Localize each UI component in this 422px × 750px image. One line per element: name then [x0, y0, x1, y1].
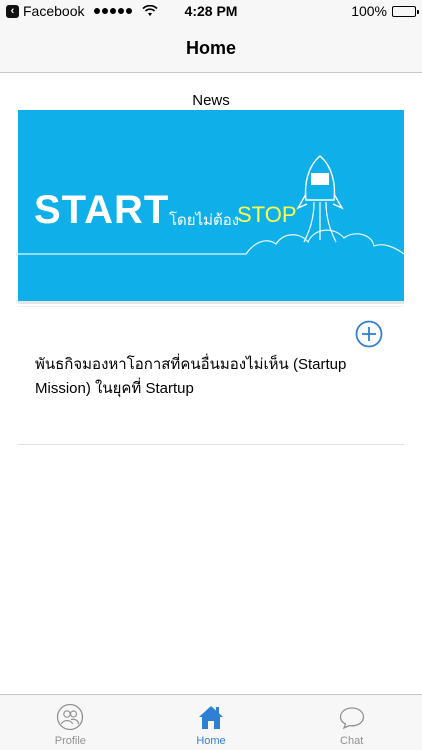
banner-headline: START [34, 188, 170, 232]
news-banner-image[interactable]: START โดยไม่ต้อง STOP [18, 110, 404, 304]
add-circle-icon[interactable] [355, 320, 383, 348]
banner-stop-text: STOP [237, 202, 297, 227]
page-title: Home [185, 37, 236, 58]
battery-icon [392, 5, 419, 17]
tab-label-home: Home [196, 735, 226, 747]
news-item-text: พันธกิจมองหาโอกาสที่คนอื่นมองไม่เห็น (St… [35, 356, 347, 397]
banner-thai-text: โดยไม่ต้อง [169, 212, 240, 229]
navigation-bar: Home [0, 24, 422, 73]
news-list-item[interactable]: พันธกิจมองหาโอกาสที่คนอื่นมองไม่เห็น (St… [18, 306, 404, 445]
tab-bar: Profile Home Chat [0, 694, 422, 750]
tab-label-profile: Profile [54, 735, 86, 747]
tab-home[interactable]: Home [141, 695, 282, 750]
app-screen: ‹ Facebook 4:28 PM 100% Home News START … [0, 0, 422, 750]
chat-bubble-icon [339, 707, 364, 730]
profile-icon [57, 703, 84, 731]
tab-profile[interactable]: Profile [0, 695, 141, 750]
status-bar: ‹ Facebook 4:28 PM 100% [0, 0, 422, 24]
tab-label-chat: Chat [340, 735, 364, 747]
home-icon [199, 706, 223, 729]
section-title-news: News [192, 92, 230, 109]
tab-chat[interactable]: Chat [281, 695, 422, 750]
status-right: 100% [351, 3, 419, 19]
battery-percent: 100% [351, 3, 387, 19]
